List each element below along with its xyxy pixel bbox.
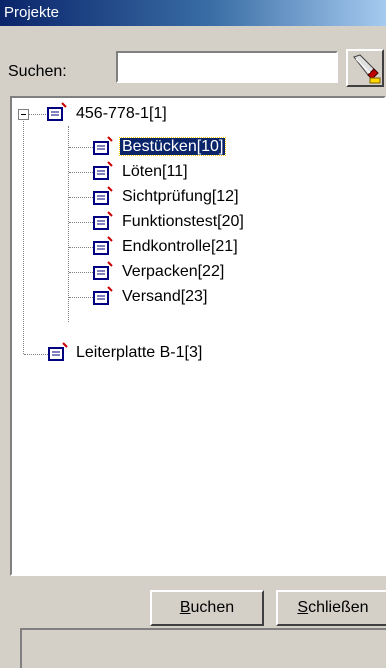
status-bar xyxy=(20,628,386,668)
document-icon xyxy=(48,342,68,361)
tree-node[interactable]: Löten[11] xyxy=(120,160,190,184)
tree-node-label: Bestücken[10] xyxy=(118,137,227,156)
tree-connector xyxy=(69,247,93,248)
search-button[interactable] xyxy=(346,49,384,87)
document-icon xyxy=(93,261,113,280)
collapse-toggle[interactable] xyxy=(18,109,29,120)
tree-node-label: Verpacken[22] xyxy=(122,263,225,280)
tree-node-label: Sichtprüfung[12] xyxy=(122,188,239,205)
tree-connector xyxy=(24,354,48,355)
document-icon xyxy=(93,236,113,255)
document-icon xyxy=(47,102,67,121)
search-input[interactable] xyxy=(116,51,338,83)
tree-node[interactable]: Verpacken[22] xyxy=(120,260,226,284)
tree-connector xyxy=(69,272,93,273)
tree-connector xyxy=(68,126,69,322)
tree-connector xyxy=(28,114,48,115)
tree-connector xyxy=(69,297,93,298)
window-title-bar: Projekte xyxy=(0,0,386,26)
tree-node[interactable]: Endkontrolle[21] xyxy=(120,235,240,259)
mnemonic-letter: S xyxy=(297,599,309,616)
tree-connector xyxy=(23,114,24,354)
tree-connector xyxy=(69,222,93,223)
tree-node-root[interactable]: 456-778-1[1] xyxy=(74,102,169,126)
tree-node[interactable]: Sichtprüfung[12] xyxy=(120,185,241,209)
tree-node-label: 456-778-1[1] xyxy=(76,105,167,122)
close-button[interactable]: Schließen xyxy=(276,590,386,626)
button-label: uchen xyxy=(190,599,235,616)
document-icon xyxy=(93,136,113,155)
tree-connector xyxy=(69,147,93,148)
button-label: chließen xyxy=(308,599,369,616)
tree-node-root[interactable]: Leiterplatte B-1[3] xyxy=(74,341,204,365)
document-icon xyxy=(93,286,113,305)
document-icon xyxy=(93,211,113,230)
tree-node-label: Leiterplatte B-1[3] xyxy=(76,344,203,361)
tree-node-label: Endkontrolle[21] xyxy=(122,238,238,255)
tree-node[interactable]: Bestücken[10] xyxy=(118,135,227,159)
window-title: Projekte xyxy=(4,4,60,21)
document-icon xyxy=(93,161,113,180)
tree-connector xyxy=(69,197,93,198)
tree-connector xyxy=(69,172,93,173)
tree-node-label: Löten[11] xyxy=(122,163,188,180)
document-icon xyxy=(93,186,113,205)
tree-node[interactable]: Versand[23] xyxy=(120,285,209,309)
tree-node-label: Versand[23] xyxy=(122,288,208,305)
tree-node[interactable]: Funktionstest[20] xyxy=(120,210,246,234)
project-tree[interactable]: 456-778-1[1] Bestücken[10] Löten[11] Sic… xyxy=(10,96,386,576)
mnemonic-letter: B xyxy=(179,599,191,616)
book-button[interactable]: Buchen xyxy=(150,590,264,626)
search-label: Suchen: xyxy=(8,63,67,80)
flashlight-icon xyxy=(353,54,381,84)
tree-node-label: Funktionstest[20] xyxy=(122,213,244,230)
